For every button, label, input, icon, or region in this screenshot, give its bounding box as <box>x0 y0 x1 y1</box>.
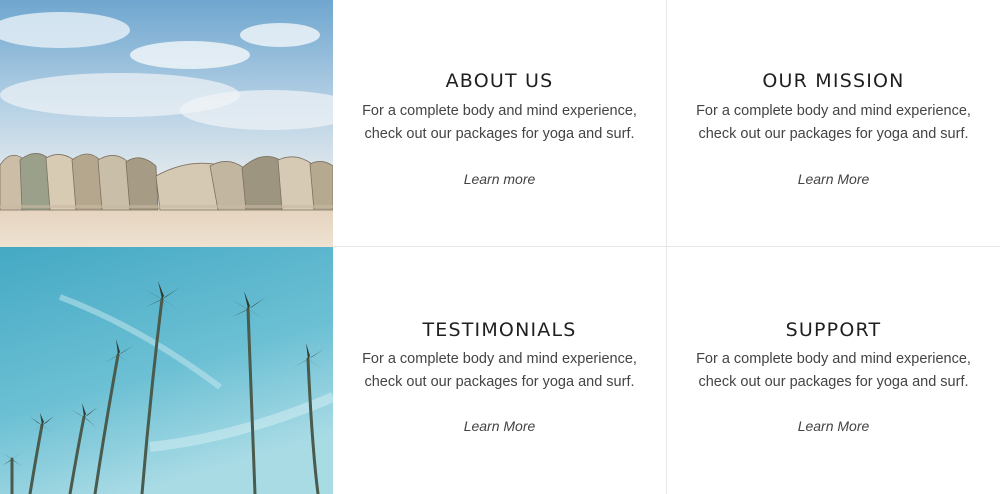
testimonials-description: For a complete body and mind experience,… <box>333 348 666 394</box>
our-mission-description: For a complete body and mind experience,… <box>667 100 1000 146</box>
pavilion-image <box>0 0 333 247</box>
our-mission-title: OUR MISSION <box>762 70 905 92</box>
our-mission-line-2: check out our packages for yoga and surf… <box>698 126 969 142</box>
testimonials-title: TESTIMONIALS <box>422 319 577 341</box>
about-us-line-2: check out our packages for yoga and surf… <box>364 126 635 142</box>
our-mission-learn-more-link[interactable]: Learn More <box>667 171 1000 187</box>
palm-trees-image <box>0 247 333 494</box>
about-us-learn-more-link[interactable]: Learn more <box>333 171 666 187</box>
support-description: For a complete body and mind experience,… <box>667 348 1000 394</box>
about-us-card: ABOUT US For a complete body and mind ex… <box>333 0 666 247</box>
about-us-title: ABOUT US <box>445 70 554 92</box>
support-line-1: For a complete body and mind experience, <box>696 351 971 367</box>
support-card: SUPPORT For a complete body and mind exp… <box>666 247 1000 494</box>
testimonials-card: TESTIMONIALS For a complete body and min… <box>333 247 666 494</box>
testimonials-line-2: check out our packages for yoga and surf… <box>364 374 635 390</box>
our-mission-line-1: For a complete body and mind experience, <box>696 103 971 119</box>
support-line-2: check out our packages for yoga and surf… <box>698 374 969 390</box>
our-mission-card: OUR MISSION For a complete body and mind… <box>666 0 1000 247</box>
support-learn-more-link[interactable]: Learn More <box>667 418 1000 434</box>
feature-grid: ABOUT US For a complete body and mind ex… <box>0 0 1000 494</box>
pavilion-photo <box>0 0 333 247</box>
support-title: SUPPORT <box>785 319 882 341</box>
palm-trees-photo <box>0 247 333 494</box>
testimonials-line-1: For a complete body and mind experience, <box>362 351 637 367</box>
about-us-description: For a complete body and mind experience,… <box>333 100 666 146</box>
testimonials-learn-more-link[interactable]: Learn More <box>333 418 666 434</box>
about-us-line-1: For a complete body and mind experience, <box>362 103 637 119</box>
